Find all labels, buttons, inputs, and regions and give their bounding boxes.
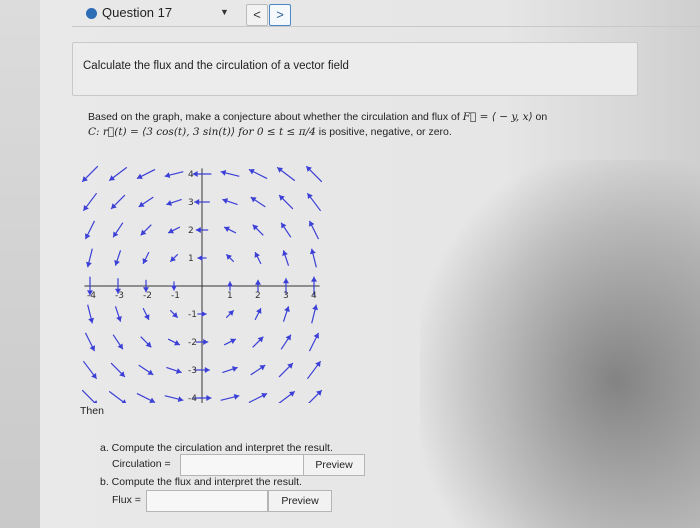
problem-prompt: Based on the graph, make a conjecture ab… — [88, 110, 608, 140]
y-tick-label: -1 — [188, 310, 197, 320]
vector-arrowhead — [83, 205, 89, 211]
vector-arrowhead — [201, 311, 207, 317]
x-tick-label: -4 — [87, 291, 96, 301]
graph-axes — [84, 168, 320, 403]
y-tick-label: -3 — [188, 366, 197, 376]
vector-arrowhead — [91, 373, 97, 379]
x-tick-label: 4 — [311, 291, 317, 301]
question-nav-bar: Question 17 ▼ < > — [72, 2, 700, 27]
vector-arrowhead — [203, 339, 209, 345]
vector-arrowhead — [277, 167, 283, 173]
x-tick-label: -3 — [115, 291, 124, 301]
y-tick-label: 4 — [188, 170, 194, 180]
vector-arrowhead — [204, 367, 210, 373]
x-tick-label: 2 — [255, 291, 261, 301]
y-tick-label: 1 — [188, 254, 194, 264]
status-dot-icon — [86, 8, 97, 19]
vector-arrowhead — [109, 175, 115, 181]
vector-arrowhead — [164, 172, 171, 179]
vector-arrowhead — [233, 393, 240, 400]
part-b-instruction: b. Compute the flux and interpret the re… — [100, 476, 302, 488]
vector-arrowhead — [206, 395, 212, 401]
vector-arrowhead — [312, 304, 319, 311]
vector-arrowhead — [315, 361, 321, 367]
vector-arrowhead — [227, 281, 233, 287]
vector-field-graph: -4 -3 -2 -1 1 2 3 4 4 3 2 1 -1 -2 -3 -4 — [81, 165, 323, 403]
vector-arrowhead — [171, 285, 177, 291]
x-tick-label: -2 — [143, 291, 152, 301]
curve-expression: C: r⃗(t) = ⟨3 cos(t), 3 sin(t)⟩ for 0 ≤ … — [88, 126, 316, 138]
part-a-instruction: a. Compute the circulation and interpret… — [100, 442, 333, 454]
then-label: Then — [80, 405, 104, 417]
y-tick-label: -4 — [188, 394, 197, 403]
vector-arrowhead — [195, 227, 201, 233]
vector-arrowhead — [220, 169, 227, 176]
circulation-label: Circulation = — [112, 458, 171, 470]
problem-title: Calculate the flux and the circulation o… — [83, 60, 349, 72]
flux-preview-button[interactable]: Preview — [268, 490, 332, 512]
x-tick-label: 3 — [283, 291, 289, 301]
circulation-input[interactable] — [180, 454, 304, 476]
vector-arrowhead — [177, 396, 184, 403]
vector-arrowhead — [85, 261, 92, 268]
vector-arrowhead — [307, 193, 313, 199]
vector-arrowhead — [197, 255, 203, 261]
vector-arrowhead — [88, 317, 95, 324]
vector-arrowhead — [194, 199, 200, 205]
vector-arrowhead — [283, 278, 289, 284]
previous-question-button[interactable]: < — [246, 4, 268, 26]
vector-arrowhead — [309, 248, 316, 255]
chevron-down-icon[interactable]: ▼ — [220, 7, 229, 17]
vector-arrowhead — [311, 276, 317, 282]
vector-arrowhead — [255, 279, 261, 285]
x-tick-label: 1 — [227, 291, 233, 301]
circulation-preview-button[interactable]: Preview — [303, 454, 365, 476]
prompt-text-3: is positive, negative, or zero. — [315, 126, 452, 138]
flux-input[interactable] — [146, 490, 268, 512]
y-tick-label: 3 — [188, 198, 194, 208]
prompt-text-1: Based on the graph, make a conjecture ab… — [88, 111, 463, 123]
next-question-button[interactable]: > — [269, 4, 291, 26]
x-tick-label: -1 — [171, 291, 180, 301]
question-selector[interactable]: Question 17 — [102, 5, 172, 20]
y-tick-label: -2 — [188, 338, 197, 348]
field-expression: F⃗ = ⟨ − y, x⟩ — [462, 111, 533, 123]
y-tick-label: 2 — [188, 226, 194, 236]
flux-label: Flux = — [112, 494, 141, 506]
problem-title-box: Calculate the flux and the circulation o… — [72, 42, 638, 96]
vector-arrowhead — [289, 391, 295, 397]
prompt-text-2: on — [532, 111, 548, 123]
